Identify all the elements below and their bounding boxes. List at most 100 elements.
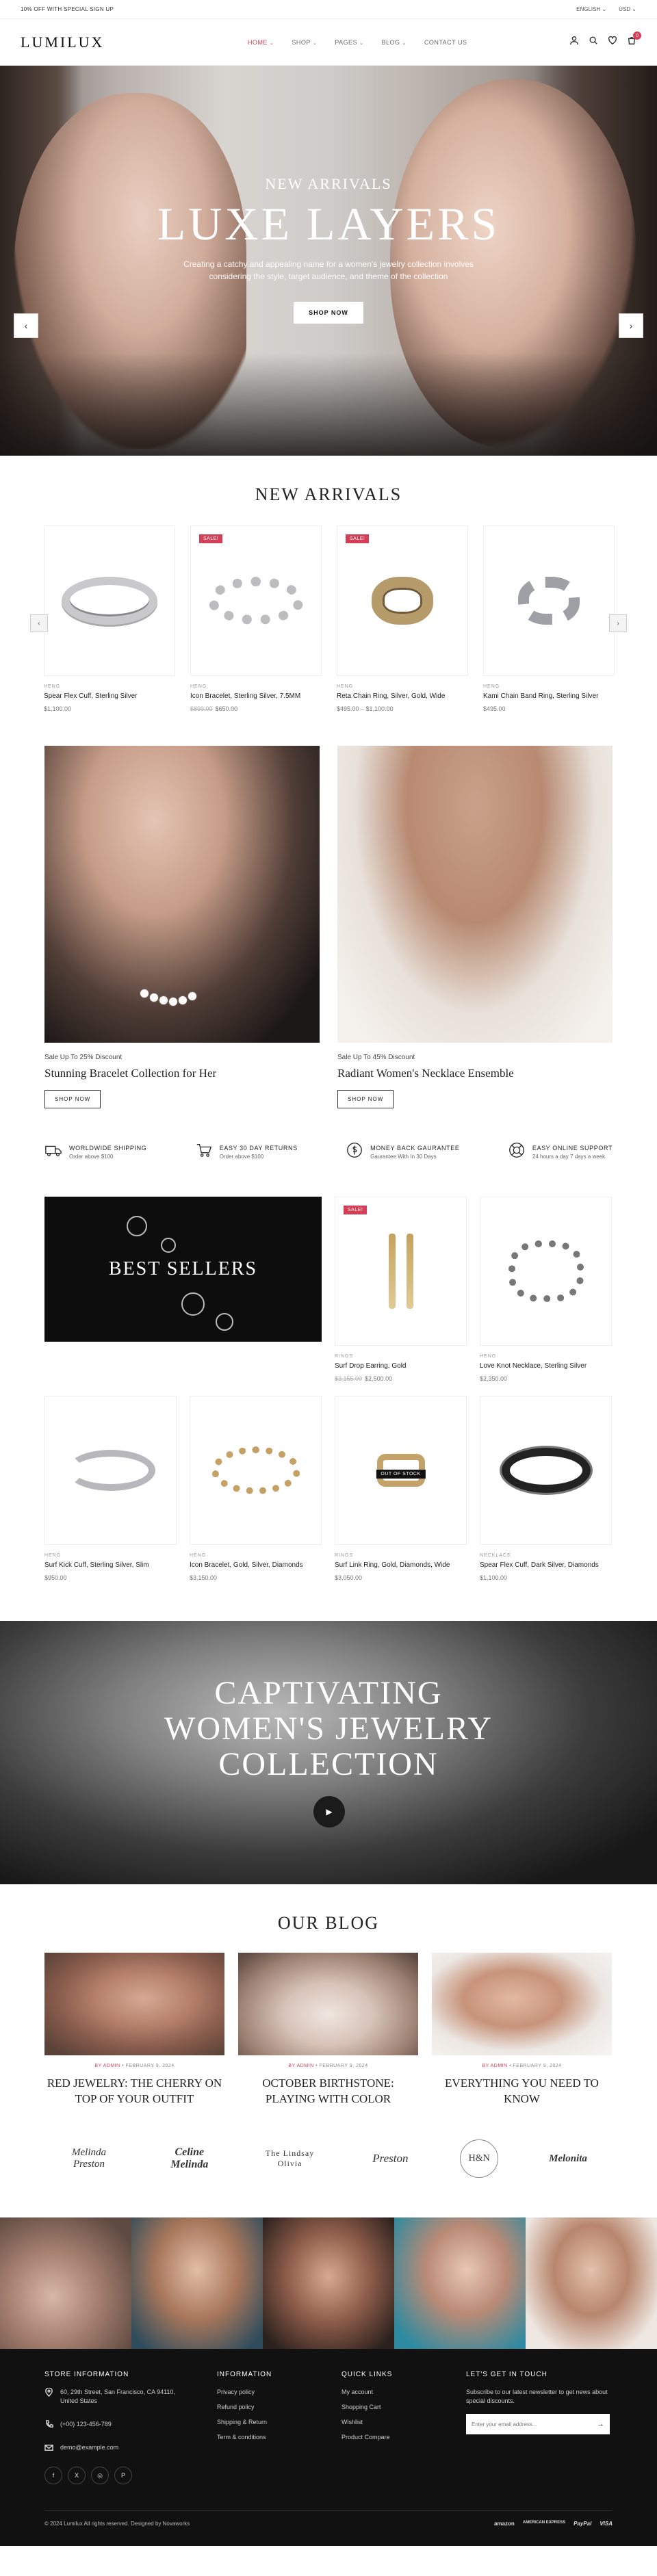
play-icon[interactable]: ▶ [313, 1796, 345, 1827]
post-meta: BY ADMIN • FEBRUARY 9, 2024 [94, 2064, 175, 2068]
gallery-image[interactable] [394, 2217, 526, 2349]
nav-contact[interactable]: CONTACT US [424, 39, 467, 46]
gallery-image[interactable] [526, 2217, 657, 2349]
search-icon[interactable] [589, 36, 598, 49]
nav-home[interactable]: HOME ⌄ [248, 39, 274, 46]
footer-link[interactable]: Shipping & Return [217, 2418, 342, 2427]
blog-post[interactable]: BY ADMIN • FEBRUARY 9, 2024 OCTOBER BIRT… [238, 1953, 418, 2107]
product-image[interactable] [44, 1396, 177, 1545]
product-name[interactable]: Kami Chain Band Ring, Sterling Silver [483, 692, 615, 700]
cart-icon[interactable]: 0 [627, 31, 641, 49]
product-card[interactable]: SALE! RINGS Surf Drop Earring, Gold $3,1… [335, 1197, 467, 1382]
site-footer: STORE INFORMATION 60, 29th Street, San F… [0, 2349, 657, 2546]
hero-shop-now-button[interactable]: SHOP NOW [294, 302, 363, 324]
brand-logo[interactable]: H&N [460, 2139, 499, 2178]
carousel-next-icon[interactable]: › [609, 614, 627, 632]
product-image[interactable] [480, 1197, 612, 1346]
shop-now-button[interactable]: SHOP NOW [44, 1090, 101, 1108]
product-price: $1,100.00 [480, 1574, 508, 1581]
pinterest-icon[interactable]: P [114, 2467, 132, 2484]
product-name[interactable]: Icon Bracelet, Sterling Silver, 7.5MM [190, 692, 322, 700]
blog-image[interactable] [44, 1953, 224, 2055]
brand-logo[interactable]: Preston [359, 2152, 421, 2165]
brand-logo[interactable]: Melinda Preston [58, 2147, 120, 2170]
product-price: $3,050.00 [335, 1574, 363, 1581]
brand-logo[interactable]: Melonita [537, 2153, 599, 2165]
best-sellers-banner[interactable]: BEST SELLERS [44, 1197, 322, 1342]
product-card[interactable]: OUT OF STOCK RINGS Surf Link Ring, Gold,… [335, 1396, 467, 1581]
footer-link[interactable]: Product Compare [342, 2433, 466, 2442]
product-card[interactable]: NECKLACE Spear Flex Cuff, Dark Silver, D… [480, 1396, 612, 1581]
brand-logo[interactable]: The Lindsay Olivia [259, 2148, 321, 2169]
video-title: CAPTIVATING WOMEN'S JEWELRY COLLECTION [164, 1675, 493, 1782]
post-title[interactable]: RED JEWELRY: THE CHERRY ON TOP OF YOUR O… [44, 2075, 224, 2107]
store-phone[interactable]: (+00) 123-456-789 [60, 2420, 112, 2429]
store-email[interactable]: demo@example.com [60, 2443, 118, 2452]
product-card[interactable]: HENG Spear Flex Cuff, Sterling Silver $1… [44, 525, 175, 712]
post-title[interactable]: OCTOBER BIRTHSTONE: PLAYING WITH COLOR [238, 2075, 418, 2107]
promo-image[interactable] [337, 746, 613, 1043]
instagram-icon[interactable]: ◎ [91, 2467, 109, 2484]
brand-logo[interactable]: Celine Melinda [159, 2146, 220, 2171]
promo-image[interactable] [44, 746, 320, 1043]
nav-pages[interactable]: PAGES ⌄ [335, 39, 363, 46]
blog-image[interactable] [238, 1953, 418, 2055]
promo-title: Radiant Women's Necklace Ensemble [337, 1067, 514, 1080]
footer-link[interactable]: Wishlist [342, 2418, 466, 2427]
product-card[interactable]: SALE! HENG Reta Chain Ring, Silver, Gold… [337, 525, 468, 712]
product-card[interactable]: HENG Kami Chain Band Ring, Sterling Silv… [483, 525, 615, 712]
newsletter-input[interactable]: Enter your email address... → [466, 2414, 610, 2434]
footer-link[interactable]: My account [342, 2388, 466, 2397]
product-image[interactable] [44, 525, 175, 676]
shop-now-button[interactable]: SHOP NOW [337, 1090, 394, 1108]
hero-prev-arrow-icon[interactable]: ‹ [14, 313, 38, 338]
product-name[interactable]: Surf Link Ring, Gold, Diamonds, Wide [335, 1561, 467, 1569]
promo-title: Stunning Bracelet Collection for Her [44, 1067, 217, 1080]
product-name[interactable]: Spear Flex Cuff, Dark Silver, Diamonds [480, 1561, 612, 1569]
gallery-image[interactable] [131, 2217, 263, 2349]
blog-image[interactable] [432, 1953, 612, 2055]
wishlist-icon[interactable] [608, 36, 617, 49]
product-name[interactable]: Icon Bracelet, Gold, Silver, Diamonds [190, 1561, 322, 1569]
currency-selector[interactable]: USD ⌄ [619, 6, 636, 12]
footer-link[interactable]: Term & conditions [217, 2433, 342, 2442]
site-logo[interactable]: LUMILUX [21, 34, 104, 51]
product-name[interactable]: Love Knot Necklace, Sterling Silver [480, 1362, 612, 1370]
blog-post[interactable]: BY ADMIN • FEBRUARY 9, 2024 RED JEWELRY:… [44, 1953, 224, 2107]
support-icon [508, 1141, 526, 1162]
product-image[interactable] [480, 1396, 612, 1545]
account-icon[interactable] [569, 36, 579, 49]
product-card[interactable]: HENG Surf Kick Cuff, Sterling Silver, Sl… [44, 1396, 177, 1581]
gallery-image[interactable] [0, 2217, 131, 2349]
nav-blog[interactable]: BLOG ⌄ [381, 39, 406, 46]
product-name[interactable]: Spear Flex Cuff, Sterling Silver [44, 692, 175, 700]
footer-link[interactable]: Refund policy [217, 2403, 342, 2412]
gallery-image[interactable] [263, 2217, 394, 2349]
product-image[interactable]: SALE! [190, 525, 322, 676]
footer-link[interactable]: Privacy policy [217, 2388, 342, 2397]
nav-shop[interactable]: SHOP ⌄ [292, 39, 317, 46]
product-card[interactable]: SALE! HENG Icon Bracelet, Sterling Silve… [190, 525, 322, 712]
hero-next-arrow-icon[interactable]: › [619, 313, 643, 338]
blog-post[interactable]: BY ADMIN • FEBRUARY 9, 2024 EVERYTHING Y… [432, 1953, 612, 2107]
language-selector[interactable]: ENGLISH ⌄ [576, 6, 606, 12]
product-image[interactable] [190, 1396, 322, 1545]
product-image[interactable]: SALE! [337, 525, 468, 676]
product-image[interactable]: OUT OF STOCK [335, 1396, 467, 1545]
x-icon[interactable]: X [68, 2467, 86, 2484]
product-name[interactable]: Surf Kick Cuff, Sterling Silver, Slim [44, 1561, 177, 1569]
product-card[interactable]: HENG Love Knot Necklace, Sterling Silver… [480, 1197, 612, 1382]
post-title[interactable]: EVERYTHING YOU NEED TO KNOW [432, 2075, 612, 2107]
product-card[interactable]: HENG Icon Bracelet, Gold, Silver, Diamon… [190, 1396, 322, 1581]
product-name[interactable]: Reta Chain Ring, Silver, Gold, Wide [337, 692, 468, 700]
arrow-right-icon[interactable]: → [597, 2420, 604, 2428]
product-image[interactable]: SALE! [335, 1197, 467, 1346]
product-image[interactable] [483, 525, 615, 676]
facebook-icon[interactable]: f [44, 2467, 62, 2484]
footer-link[interactable]: Shopping Cart [342, 2403, 466, 2412]
promo-caption: Sale Up To 45% Discount [337, 1054, 415, 1061]
product-name[interactable]: Surf Drop Earring, Gold [335, 1362, 467, 1370]
carousel-prev-icon[interactable]: ‹ [30, 614, 48, 632]
chevron-down-icon: ⌄ [269, 40, 274, 46]
video-banner: CAPTIVATING WOMEN'S JEWELRY COLLECTION ▶ [0, 1621, 657, 1884]
